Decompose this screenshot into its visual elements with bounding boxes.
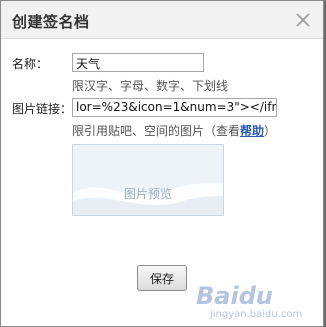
dialog-title: 创建签名档 [12, 13, 90, 31]
image-preview-label: 图片预览 [123, 187, 172, 201]
baidu-watermark-url: jingyan.baidu.com [210, 309, 303, 320]
preview-wave-decoration [73, 183, 223, 215]
close-icon[interactable] [293, 10, 313, 30]
save-button[interactable]: 保存 [137, 265, 187, 291]
name-hint: 限汉字、字母、数字、下划线 [72, 79, 229, 93]
name-label: 名称： [12, 57, 49, 71]
name-field[interactable]: 天气 [72, 53, 204, 72]
dialog-titlebar: 创建签名档 [1, 1, 323, 39]
image-preview: 图片预览 [72, 144, 224, 216]
image-link-hint-close: ） [264, 124, 277, 138]
image-link-field[interactable]: lor=%23&icon=1&num=3"></iframe> [72, 98, 277, 117]
image-link-hint-text: 限引用贴吧、空间的图片（查看 [72, 124, 241, 138]
image-link-hint: 限引用贴吧、空间的图片（查看帮助） [72, 122, 276, 139]
image-link-label: 图片链接： [12, 102, 73, 116]
help-link[interactable]: 帮助 [240, 124, 264, 138]
create-signature-dialog: 创建签名档 名称： 天气 限汉字、字母、数字、下划线 图片链接： lor=%23… [0, 0, 324, 327]
